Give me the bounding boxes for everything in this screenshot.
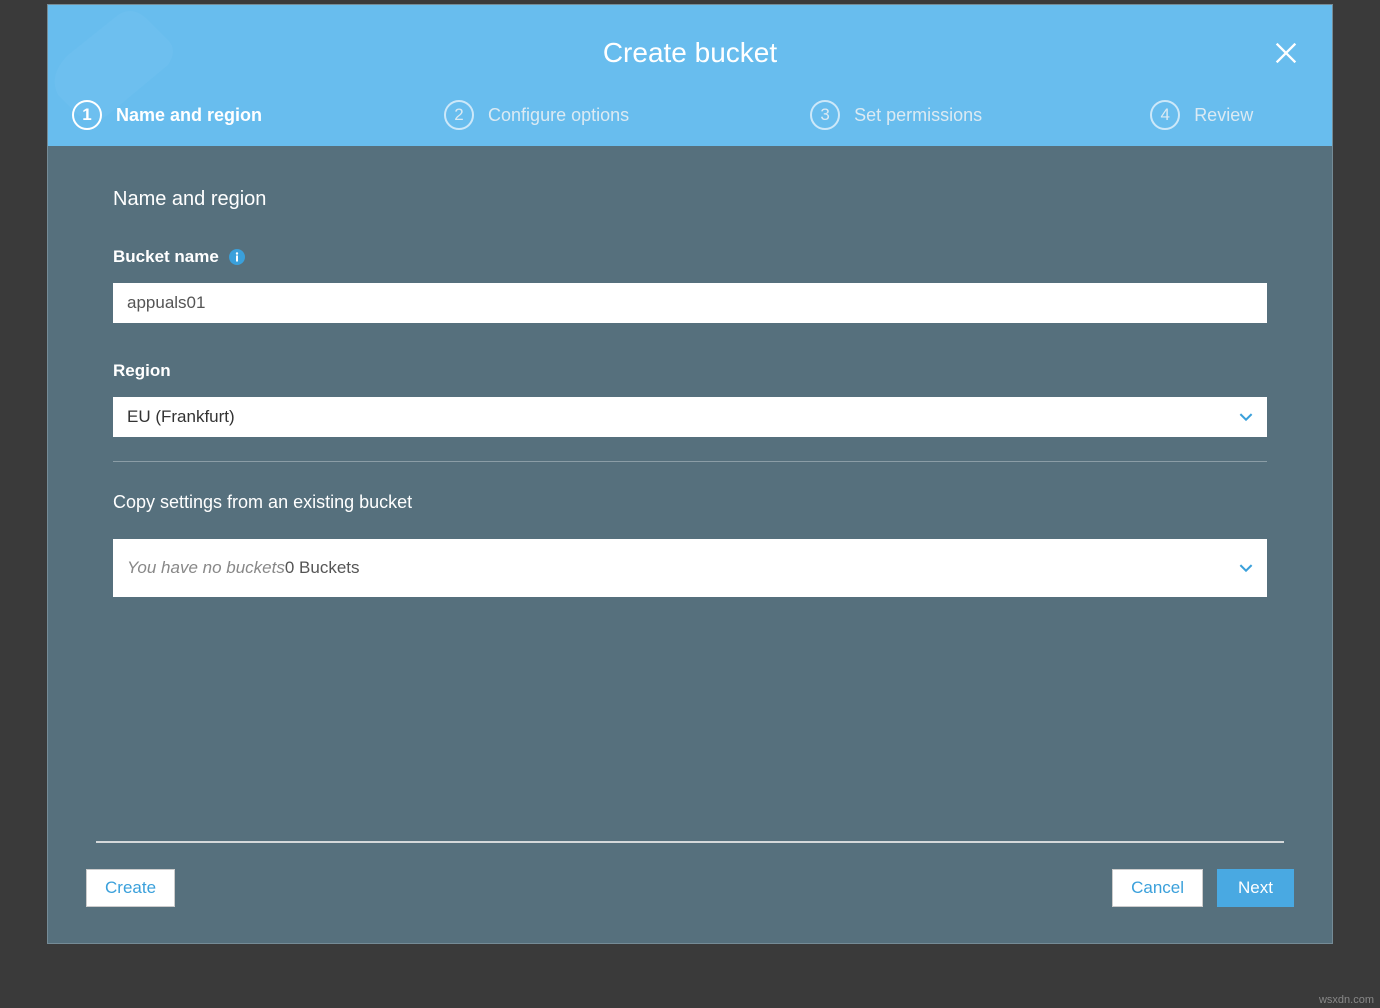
region-select[interactable]: EU (Frankfurt) <box>113 397 1267 437</box>
step-label: Name and region <box>116 105 262 126</box>
region-selected-value: EU (Frankfurt) <box>127 407 235 427</box>
chevron-down-icon <box>1239 558 1253 578</box>
wizard-steps: 1 Name and region 2 Configure options 3 … <box>48 84 1332 146</box>
chevron-down-icon <box>1239 407 1253 427</box>
create-button[interactable]: Create <box>86 869 175 907</box>
step-name-region[interactable]: 1 Name and region <box>72 100 262 130</box>
step-review[interactable]: 4 Review <box>1150 100 1253 130</box>
bucket-name-input[interactable] <box>113 283 1267 323</box>
step-label: Review <box>1194 105 1253 126</box>
divider <box>113 461 1267 462</box>
info-icon[interactable] <box>229 249 245 265</box>
modal-title: Create bucket <box>48 5 1332 69</box>
footer-right: Cancel Next <box>1112 869 1294 907</box>
section-title: Name and region <box>113 188 1267 211</box>
next-button[interactable]: Next <box>1217 869 1294 907</box>
copy-settings-select[interactable]: You have no buckets0 Buckets <box>113 539 1267 597</box>
bucket-name-label: Bucket name <box>113 247 1267 267</box>
region-label: Region <box>113 361 1267 381</box>
step-label: Set permissions <box>854 105 982 126</box>
step-number: 1 <box>72 100 102 130</box>
close-button[interactable] <box>1272 39 1302 69</box>
close-icon <box>1272 39 1300 67</box>
copy-placeholder: You have no buckets <box>127 558 285 577</box>
modal-body: Name and region Bucket name Region EU (F… <box>48 146 1332 841</box>
step-label: Configure options <box>488 105 629 126</box>
watermark: wsxdn.com <box>1319 994 1374 1006</box>
copy-settings-label: Copy settings from an existing bucket <box>113 492 1267 513</box>
step-number: 2 <box>444 100 474 130</box>
modal-header: Create bucket 1 Name and region 2 Config… <box>48 5 1332 146</box>
bucket-count: 0 Buckets <box>285 558 360 577</box>
create-bucket-modal: Create bucket 1 Name and region 2 Config… <box>47 4 1333 944</box>
step-number: 3 <box>810 100 840 130</box>
step-number: 4 <box>1150 100 1180 130</box>
step-configure-options[interactable]: 2 Configure options <box>444 100 629 130</box>
step-set-permissions[interactable]: 3 Set permissions <box>810 100 982 130</box>
cancel-button[interactable]: Cancel <box>1112 869 1203 907</box>
modal-footer: Create Cancel Next <box>48 843 1332 943</box>
